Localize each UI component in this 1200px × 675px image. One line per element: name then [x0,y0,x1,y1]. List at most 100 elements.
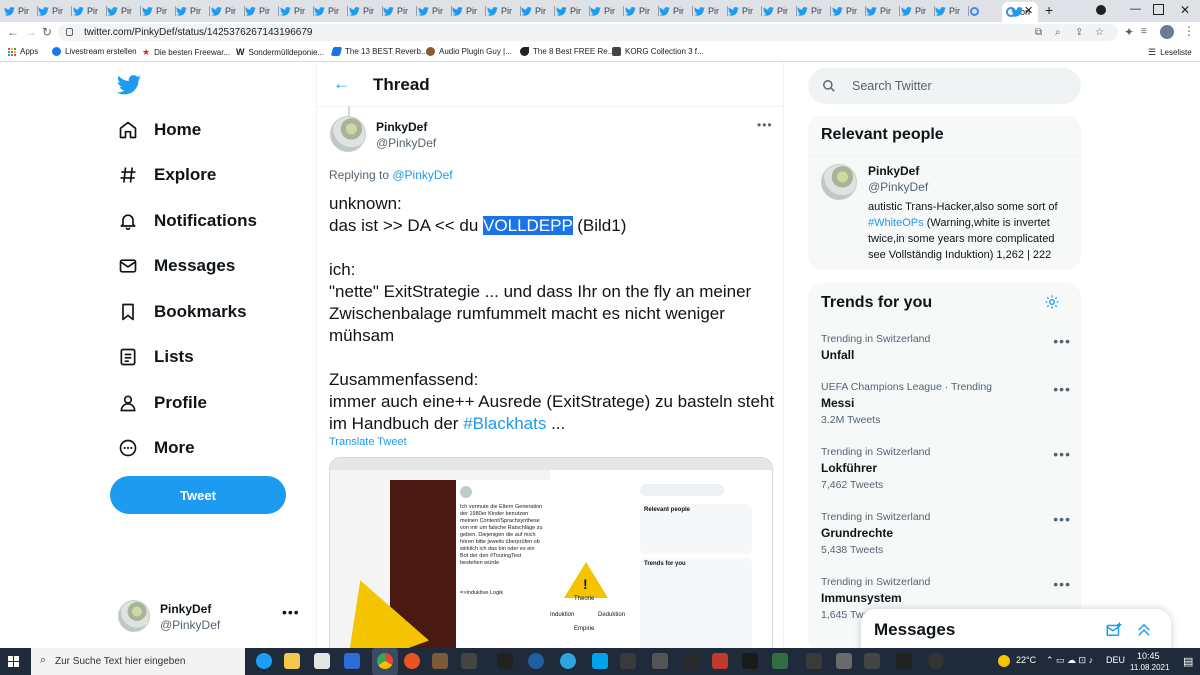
store-icon[interactable] [314,653,330,669]
nav-bookmarks[interactable]: Bookmarks [118,296,247,328]
app-icon[interactable] [461,653,477,669]
nav-more[interactable]: More [118,432,195,464]
browser-tab[interactable]: Pir [832,2,866,20]
file-explorer-icon[interactable] [284,653,300,669]
browser-tab[interactable]: Pir [901,2,935,20]
active-twitter-tab-favicon[interactable] [1009,3,1025,19]
tweet-author-avatar[interactable] [330,116,366,152]
extensions-icon[interactable]: ✦ [1122,25,1136,39]
back-arrow-icon[interactable]: ← [6,25,20,39]
trend-item[interactable]: Trending in Switzerland Lokführer 7,462 … [821,446,1071,491]
trend-more-icon[interactable]: ••• [1053,511,1071,527]
ubuntu-icon[interactable] [404,653,420,669]
gear-icon[interactable] [1044,294,1060,310]
bookmark-item[interactable]: Audio Plugin Guy |... [426,47,512,56]
browser-tab[interactable]: Pir [694,2,728,20]
trend-item[interactable]: Trending in Switzerland Grundrechte 5,43… [821,511,1071,556]
folder-icon[interactable] [432,653,448,669]
bookmark-item[interactable]: W Sondermülldeponie... [236,47,324,57]
browser-tab[interactable]: Pir [418,2,452,20]
browser-tab[interactable]: Pir [866,2,900,20]
browser-tab[interactable]: Pir [625,2,659,20]
trend-more-icon[interactable]: ••• [1053,333,1071,349]
trend-item[interactable]: Trending in Switzerland Unfall ••• [821,333,1071,362]
nav-home[interactable]: Home [118,114,201,146]
tweet-more-icon[interactable]: ••• [757,118,773,132]
reading-mode-icon[interactable]: ≡ [1141,26,1147,37]
account-more-icon[interactable]: ••• [282,604,300,620]
profile-avatar[interactable] [1160,25,1174,39]
terminal-icon[interactable] [896,653,912,669]
browser-tab[interactable]: Pir [38,2,72,20]
bookmark-item[interactable]: ★ Die besten Freewar... [142,47,230,58]
tweet-author-name[interactable]: PinkyDef [376,120,427,134]
browser-tab[interactable]: Pir [349,2,383,20]
telegram-icon[interactable] [560,653,576,669]
nav-lists[interactable]: Lists [118,341,194,373]
edge-icon[interactable] [256,653,272,669]
browser-tab[interactable] [970,2,1004,20]
browser-tab[interactable]: Pir [521,2,555,20]
bio-hashtag-link[interactable]: #WhiteOPs [868,217,924,229]
twitter-logo-icon[interactable] [117,75,141,95]
nav-profile[interactable]: Profile [118,387,207,419]
browser-tab[interactable]: Pir [590,2,624,20]
browser-menu-icon[interactable]: ⋮ [1183,24,1195,38]
clock-time[interactable]: 10:45 [1137,651,1160,661]
nav-notifications[interactable]: Notifications [118,205,257,237]
browser-tab[interactable]: Pir [4,2,38,20]
browser-tab[interactable]: Pir [176,2,210,20]
bookmark-item[interactable]: The 8 Best FREE Re... [520,47,614,56]
share-icon[interactable]: ⇪ [1075,27,1083,38]
bookmark-item[interactable]: Livestream erstellen [52,47,137,56]
browser-tab[interactable]: Pir [659,2,693,20]
browser-tab[interactable]: Pir [935,2,969,20]
replying-to-link[interactable]: @PinkyDef [392,168,452,182]
tweet-button[interactable]: Tweet [110,476,286,514]
new-message-icon[interactable] [1105,621,1123,639]
app-icon[interactable] [806,653,822,669]
forward-arrow-icon[interactable]: → [24,25,38,39]
windows-start-icon[interactable] [8,656,19,667]
media-control-icon[interactable] [1096,5,1106,15]
app-icon[interactable] [712,653,728,669]
app-icon[interactable] [528,653,544,669]
tweet-media-image[interactable]: Ich vermute die Eltern Generation der 19… [329,457,773,648]
chrome-icon[interactable] [377,653,393,669]
relevant-avatar[interactable] [821,164,857,200]
bookmark-apps[interactable]: Apps [8,47,38,56]
close-window-icon[interactable]: ✕ [1180,3,1190,17]
search-input[interactable]: Search Twitter [808,68,1081,104]
app-icon[interactable] [620,653,636,669]
reload-icon[interactable]: ↻ [40,25,54,39]
trend-item[interactable]: UEFA Champions League · Trending Messi 3… [821,381,1071,426]
app-icon[interactable] [652,653,668,669]
hashtag-link[interactable]: #Blackhats [463,414,546,433]
weather-temp[interactable]: 22°C [1016,655,1036,665]
clock-date[interactable]: 11.08.2021 [1130,663,1169,672]
star-icon[interactable]: ☆ [1095,27,1104,38]
new-tab-icon[interactable]: + [1045,2,1053,18]
browser-tab[interactable]: Pir [107,2,141,20]
trend-more-icon[interactable]: ••• [1053,446,1071,462]
nav-explore[interactable]: Explore [118,159,216,191]
live-app-icon[interactable] [497,653,513,669]
translate-icon[interactable]: ⧉ [1035,27,1042,38]
app-icon[interactable] [864,653,880,669]
browser-tab[interactable]: Pir [728,2,762,20]
account-switcher[interactable]: PinkyDef @PinkyDef ••• [118,598,308,638]
skype-icon[interactable] [592,653,608,669]
app-icon[interactable] [742,653,758,669]
relevant-name[interactable]: PinkyDef [868,164,919,178]
weather-sun-icon[interactable] [998,655,1010,667]
browser-tab[interactable]: Pir [245,2,279,20]
browser-tab[interactable]: Pir [280,2,314,20]
zoom-icon[interactable]: ⌕ [1055,27,1061,38]
browser-tab[interactable]: Pir [797,2,831,20]
browser-tab[interactable]: Pir [73,2,107,20]
app-icon[interactable] [928,653,944,669]
browser-tab[interactable]: Pir [383,2,417,20]
language-indicator[interactable]: DEU [1106,655,1125,665]
notifications-icon[interactable]: ▤ [1183,655,1193,668]
mail-icon[interactable] [344,653,360,669]
